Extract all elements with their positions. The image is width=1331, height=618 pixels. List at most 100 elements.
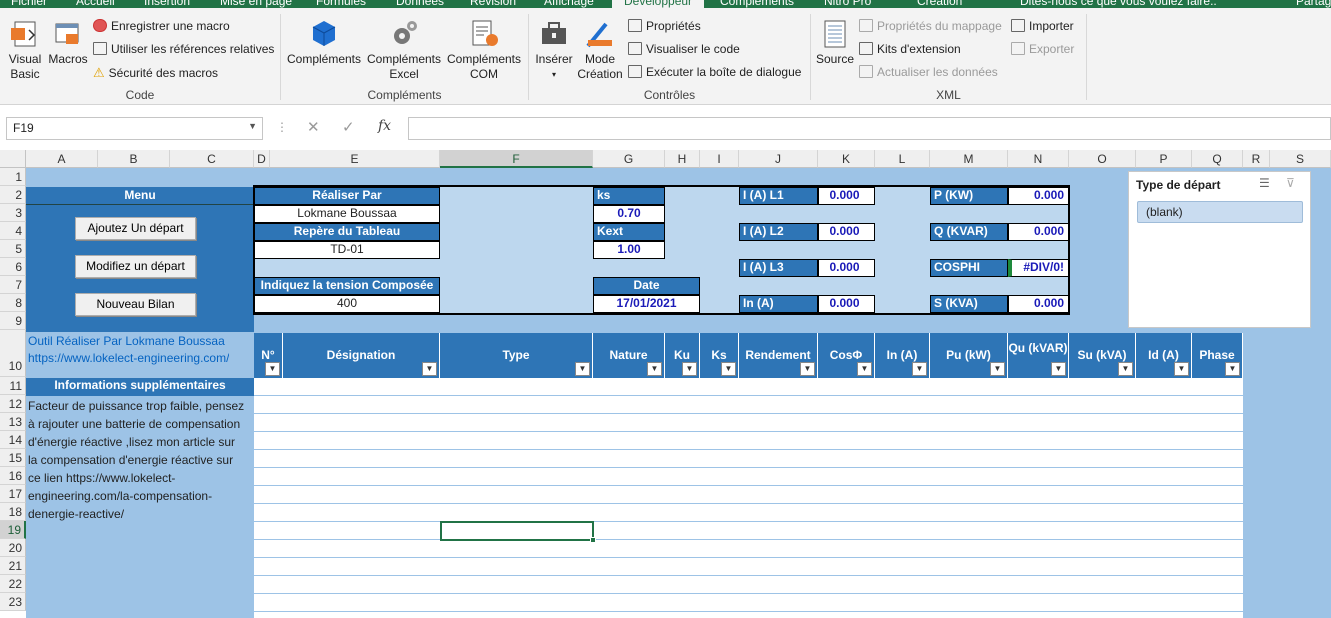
- filter-dropdown-icon[interactable]: ▼: [1174, 362, 1189, 376]
- column-header-r[interactable]: R: [1243, 150, 1270, 168]
- column-header-k[interactable]: K: [818, 150, 875, 168]
- filter-dropdown-icon[interactable]: ▼: [800, 362, 815, 376]
- row-header-17[interactable]: 17: [0, 485, 26, 503]
- ks-value[interactable]: 0.70: [593, 205, 665, 223]
- filter-dropdown-icon[interactable]: ▼: [1225, 362, 1240, 376]
- run-dialog-button[interactable]: Exécuter la boîte de dialogue: [628, 65, 801, 79]
- filter-dropdown-icon[interactable]: ▼: [721, 362, 736, 376]
- tab-formules[interactable]: Formules: [316, 0, 366, 8]
- column-header-c[interactable]: C: [170, 150, 254, 168]
- macro-security-button[interactable]: ⚠ Sécurité des macros: [93, 65, 218, 81]
- table-row[interactable]: [254, 576, 1243, 594]
- column-header-q[interactable]: Q: [1192, 150, 1243, 168]
- filter-dropdown-icon[interactable]: ▼: [1051, 362, 1066, 376]
- filter-dropdown-icon[interactable]: ▼: [265, 362, 280, 376]
- row-header-10[interactable]: 10: [0, 330, 26, 377]
- macros-button[interactable]: Macros: [47, 18, 89, 67]
- selected-cell-f19[interactable]: [440, 521, 594, 541]
- tab-insertion[interactable]: Insertion: [144, 0, 190, 8]
- column-header-i[interactable]: I: [700, 150, 739, 168]
- tell-me-search[interactable]: Dites-nous ce que vous voulez faire..: [1020, 0, 1217, 8]
- add-departure-button[interactable]: Ajoutez Un départ: [75, 217, 196, 240]
- row-header-2[interactable]: 2: [0, 186, 26, 204]
- fill-handle[interactable]: [590, 537, 596, 543]
- table-row[interactable]: [254, 378, 1243, 396]
- row-header-20[interactable]: 20: [0, 539, 26, 557]
- table-row[interactable]: [254, 594, 1243, 612]
- filter-dropdown-icon[interactable]: ▼: [1118, 362, 1133, 376]
- formula-input[interactable]: [408, 117, 1331, 140]
- column-header-h[interactable]: H: [665, 150, 700, 168]
- view-code-button[interactable]: Visualiser le code: [628, 42, 740, 56]
- map-properties-button[interactable]: Propriétés du mappage: [859, 19, 1002, 33]
- com-addins-button[interactable]: Compléments COM: [445, 18, 523, 82]
- website-link[interactable]: https://www.lokelect-engineering.com/: [28, 351, 229, 369]
- new-balance-button[interactable]: Nouveau Bilan: [75, 293, 196, 316]
- tab-creation[interactable]: Création: [917, 0, 962, 8]
- insert-function-icon[interactable]: fx: [378, 118, 391, 134]
- multi-select-icon[interactable]: ☰: [1259, 176, 1270, 190]
- tab-accueil[interactable]: Accueil: [76, 0, 115, 8]
- row-header-18[interactable]: 18: [0, 503, 26, 521]
- slicer-item-blank[interactable]: (blank): [1137, 201, 1303, 223]
- insert-control-button[interactable]: Insérer ▾: [531, 18, 577, 82]
- tab-donnees[interactable]: Données: [396, 0, 444, 8]
- confirm-icon[interactable]: ✓: [342, 118, 355, 136]
- row-header-3[interactable]: 3: [0, 204, 26, 222]
- properties-button[interactable]: Propriétés: [628, 19, 701, 33]
- row-header-22[interactable]: 22: [0, 575, 26, 593]
- filter-dropdown-icon[interactable]: ▼: [647, 362, 662, 376]
- table-row[interactable]: [254, 414, 1243, 432]
- column-header-d[interactable]: D: [254, 150, 270, 168]
- tab-complements[interactable]: Compléments: [720, 0, 794, 8]
- table-row[interactable]: [254, 504, 1243, 522]
- column-header-m[interactable]: M: [930, 150, 1008, 168]
- filter-dropdown-icon[interactable]: ▼: [990, 362, 1005, 376]
- column-header-e[interactable]: E: [270, 150, 440, 168]
- column-header-g[interactable]: G: [593, 150, 665, 168]
- tension-value[interactable]: 400: [254, 295, 440, 313]
- row-header-16[interactable]: 16: [0, 467, 26, 485]
- filter-dropdown-icon[interactable]: ▼: [857, 362, 872, 376]
- clear-filter-icon[interactable]: ⊽: [1286, 176, 1295, 190]
- kext-value[interactable]: 1.00: [593, 241, 665, 259]
- refresh-data-button[interactable]: Actualiser les données: [859, 65, 998, 79]
- export-button[interactable]: Exporter: [1011, 42, 1074, 56]
- row-header-6[interactable]: 6: [0, 258, 26, 276]
- import-button[interactable]: Importer: [1011, 19, 1074, 33]
- table-row[interactable]: [254, 486, 1243, 504]
- excel-addins-button[interactable]: Compléments Excel: [365, 18, 443, 82]
- filter-dropdown-icon[interactable]: ▼: [912, 362, 927, 376]
- tab-developpeur[interactable]: Développeur: [612, 0, 705, 8]
- edit-departure-button[interactable]: Modifiez un départ: [75, 255, 196, 278]
- column-header-f[interactable]: F: [440, 150, 593, 168]
- table-row[interactable]: [254, 558, 1243, 576]
- tab-nitro-pro[interactable]: Nitro Pro: [824, 0, 871, 8]
- tab-mise-en-page[interactable]: Mise en page: [220, 0, 292, 8]
- design-mode-button[interactable]: Mode Création: [577, 18, 623, 82]
- select-all-corner[interactable]: [0, 150, 26, 168]
- column-header-l[interactable]: L: [875, 150, 930, 168]
- row-header-7[interactable]: 7: [0, 276, 26, 294]
- row-header-14[interactable]: 14: [0, 431, 26, 449]
- row-header-12[interactable]: 12: [0, 395, 26, 413]
- column-header-n[interactable]: N: [1008, 150, 1069, 168]
- row-header-8[interactable]: 8: [0, 294, 26, 312]
- table-row[interactable]: [254, 450, 1243, 468]
- share-button[interactable]: Partag: [1296, 0, 1331, 8]
- record-macro-button[interactable]: Enregistrer une macro: [93, 19, 230, 33]
- xml-source-button[interactable]: Source: [813, 18, 857, 67]
- column-header-a[interactable]: A: [26, 150, 98, 168]
- row-header-9[interactable]: 9: [0, 312, 26, 330]
- relative-references-button[interactable]: Utiliser les références relatives: [93, 42, 274, 56]
- chevron-down-icon[interactable]: ▼: [248, 121, 257, 131]
- table-row[interactable]: [254, 468, 1243, 486]
- column-header-p[interactable]: P: [1136, 150, 1192, 168]
- row-header-4[interactable]: 4: [0, 222, 26, 240]
- row-header-1[interactable]: 1: [0, 168, 26, 186]
- table-row[interactable]: [254, 540, 1243, 558]
- complements-button[interactable]: Compléments: [285, 18, 363, 67]
- name-box[interactable]: F19 ▼: [6, 117, 263, 140]
- filter-dropdown-icon[interactable]: ▼: [575, 362, 590, 376]
- row-header-21[interactable]: 21: [0, 557, 26, 575]
